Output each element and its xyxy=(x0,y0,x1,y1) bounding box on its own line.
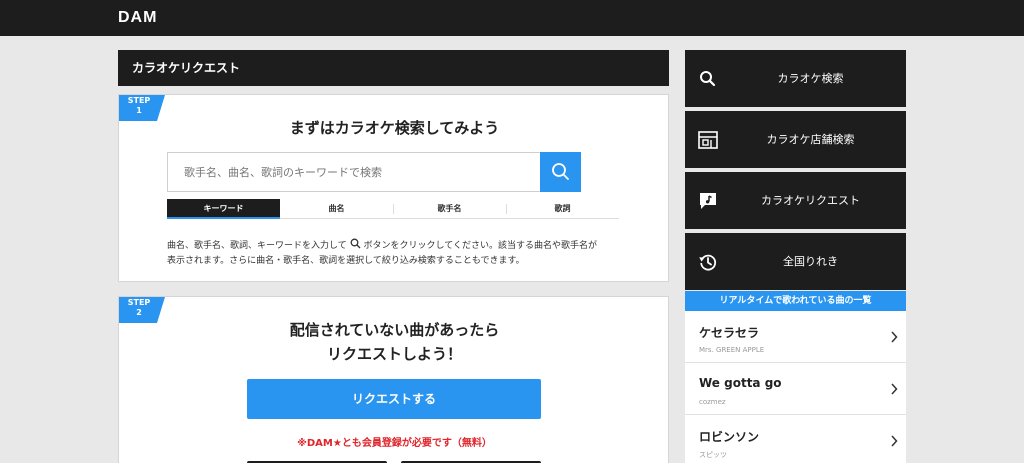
song-artist: cozmez xyxy=(699,398,726,406)
sidebar-item-karaoke-request[interactable]: カラオケリクエスト xyxy=(685,172,906,229)
list-item[interactable]: ロビンソン スピッツ xyxy=(685,415,906,463)
search-input[interactable] xyxy=(168,153,580,191)
sidebar-item-store-search[interactable]: カラオケ店舗検索 xyxy=(685,111,906,168)
step1-card: STEP1 まずはカラオケ検索してみよう キーワード 曲名 歌手名 歌詞 曲名、… xyxy=(118,94,669,282)
top-bar: DAM xyxy=(0,0,1024,36)
song-title: ケセラセラ xyxy=(699,326,760,340)
magnifier-icon xyxy=(350,238,361,254)
step2-badge-label: STEP xyxy=(127,298,151,307)
sidebar-item-history[interactable]: 全国りれき xyxy=(685,233,906,290)
sidebar-item-label: カラオケ検索 xyxy=(777,72,844,85)
desc-text-3: 表示されます。さらに曲名・歌手名、歌詞を選択して絞り込み検索することもできます。 xyxy=(167,256,525,266)
tab-keyword[interactable]: キーワード xyxy=(167,199,280,219)
sidebar-item-label: カラオケ店舗検索 xyxy=(766,133,855,146)
search-box xyxy=(167,152,581,192)
step2-badge-num: 2 xyxy=(136,308,142,317)
song-artist: Mrs. GREEN APPLE xyxy=(699,346,765,354)
step2-card: STEP 2 配信されていない曲があったら リクエストしよう！ リクエストする ※… xyxy=(118,296,669,463)
tab-artist[interactable]: 歌手名 xyxy=(393,199,506,219)
song-title: We gotta go xyxy=(699,376,782,390)
list-item[interactable]: ケセラセラ Mrs. GREEN APPLE xyxy=(685,311,906,363)
sidebar-item-karaoke-search[interactable]: カラオケ検索 xyxy=(685,50,906,107)
request-button[interactable]: リクエストする xyxy=(247,379,541,419)
dam-logo[interactable]: DAM xyxy=(118,9,157,27)
search-icon xyxy=(552,163,569,180)
song-title: ロビンソン xyxy=(699,430,760,444)
chevron-right-icon xyxy=(891,331,898,343)
sidebar-item-label: カラオケリクエスト xyxy=(761,194,860,207)
main-content: カラオケリクエスト STEP1 まずはカラオケ検索してみよう キーワード 曲名 … xyxy=(118,50,669,463)
registration-notice: ※DAM★とも会員登録が必要です（無料） xyxy=(297,438,492,449)
step1-badge-label: STEP xyxy=(127,96,151,105)
step1-title: まずはカラオケ検索してみよう xyxy=(289,119,500,137)
step2-title-line2: リクエストしよう！ xyxy=(326,345,462,363)
step2-title-line1: 配信されていない曲があったら xyxy=(289,321,500,339)
song-artist: スピッツ xyxy=(699,451,727,459)
step1-badge-num: 1 xyxy=(136,106,142,115)
page-header: カラオケリクエスト xyxy=(118,50,669,86)
chevron-right-icon xyxy=(891,383,898,395)
desc-text-1: 曲名、歌手名、歌詞、キーワードを入力して xyxy=(167,241,347,251)
tab-lyrics[interactable]: 歌詞 xyxy=(506,199,619,219)
list-item[interactable]: We gotta go cozmez xyxy=(685,363,906,415)
search-button[interactable] xyxy=(540,152,581,192)
tab-song[interactable]: 曲名 xyxy=(280,199,393,219)
sidebar-item-label: 全国りれき xyxy=(783,255,838,268)
realtime-list: ケセラセラ Mrs. GREEN APPLE We gotta go cozme… xyxy=(685,311,906,463)
chevron-right-icon xyxy=(891,435,898,447)
search-type-tabs: キーワード 曲名 歌手名 歌詞 xyxy=(167,199,619,219)
desc-text-2: ボタンをクリックしてください。該当する曲名や歌手名が xyxy=(363,241,597,251)
search-description: 曲名、歌手名、歌詞、キーワードを入力して ボタンをクリックしてください。該当する… xyxy=(167,238,627,268)
realtime-header: リアルタイムで歌われている曲の一覧 xyxy=(685,291,906,311)
